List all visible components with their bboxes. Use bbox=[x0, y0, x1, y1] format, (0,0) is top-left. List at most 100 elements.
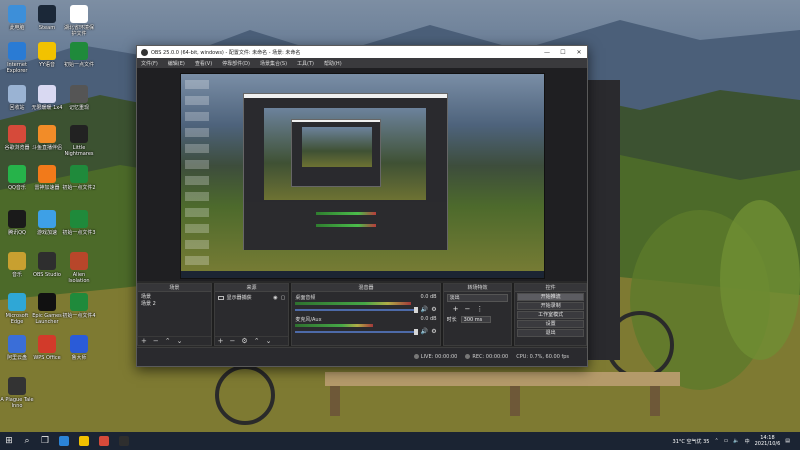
desktop-icon[interactable]: 音乐 bbox=[0, 252, 34, 278]
desktop-icon[interactable]: 无限暖暖 1x4 bbox=[30, 85, 64, 111]
scene-item[interactable]: 场景 bbox=[141, 294, 208, 301]
gear-icon[interactable]: ⚙ bbox=[431, 306, 436, 313]
minimize-button[interactable]: — bbox=[539, 49, 555, 56]
visibility-eye-icon[interactable]: ◉ bbox=[273, 295, 277, 301]
obs-titlebar[interactable]: OBS 25.0.0 (64-bit, windows) - 配置文件: 未命名… bbox=[137, 46, 587, 58]
desktop-icon[interactable]: 回收站 bbox=[0, 85, 34, 111]
clock[interactable]: 14:18 2021/10/6 bbox=[755, 435, 781, 447]
start-streaming-button[interactable]: 开始推流 bbox=[517, 293, 584, 301]
desktop-icon[interactable]: 初始一点文件4 bbox=[62, 293, 96, 319]
desktop-icon[interactable]: 湖北省环境保护文件 bbox=[62, 5, 96, 37]
remove-source-icon[interactable]: − bbox=[230, 337, 236, 345]
desktop-icon[interactable]: Internet Explorer bbox=[0, 42, 34, 74]
move-up-icon[interactable]: ⌃ bbox=[165, 337, 171, 345]
menu-edit[interactable]: 编辑(E) bbox=[168, 60, 185, 67]
transition-select[interactable]: 淡出 bbox=[446, 294, 509, 302]
close-button[interactable]: ✕ bbox=[571, 49, 587, 56]
desktop-icon[interactable]: 初始一点文件3 bbox=[62, 210, 96, 236]
add-scene-icon[interactable]: + bbox=[141, 337, 147, 345]
desktop-icon[interactable]: YY语音 bbox=[30, 42, 64, 68]
menu-file[interactable]: 文件(F) bbox=[141, 60, 158, 67]
desktop-icon[interactable]: WPS Office bbox=[30, 335, 64, 361]
remove-transition-icon[interactable]: − bbox=[465, 305, 471, 313]
move-down-icon[interactable]: ⌄ bbox=[177, 337, 183, 345]
obs-window-title: OBS 25.0.0 (64-bit, windows) - 配置文件: 未命名… bbox=[151, 49, 301, 56]
add-source-icon[interactable]: + bbox=[218, 337, 224, 345]
desktop-icon-label: 鲁大师 bbox=[71, 355, 87, 361]
nested-preview bbox=[264, 108, 426, 200]
desktop-icon[interactable]: A Plague Tale Inno bbox=[0, 377, 34, 409]
desktop-icon[interactable]: 谷歌浏览器 bbox=[0, 125, 34, 151]
obs-window[interactable]: OBS 25.0.0 (64-bit, windows) - 配置文件: 未命名… bbox=[136, 45, 588, 367]
tray-chevron-icon[interactable]: ⌃ bbox=[714, 438, 718, 444]
nested-docks bbox=[244, 202, 447, 250]
menu-view[interactable]: 查看(V) bbox=[195, 60, 212, 67]
settings-button[interactable]: 设置 bbox=[517, 320, 584, 328]
desktop-icon[interactable]: QQ音乐 bbox=[0, 165, 34, 191]
network-icon[interactable]: ▭ bbox=[724, 438, 729, 444]
desktop-icon[interactable]: 记忆重现 bbox=[62, 85, 96, 111]
desktop-icon-label: 此电脑 bbox=[9, 25, 25, 31]
start-recording-button[interactable]: 开始录制 bbox=[517, 302, 584, 310]
desktop-icon-label: 腾讯QQ bbox=[8, 230, 26, 236]
desktop-icon[interactable]: Little Nightmares bbox=[62, 125, 96, 157]
desktop-icon[interactable]: 初始一点文件2 bbox=[62, 165, 96, 191]
taskbar-app-icon[interactable] bbox=[74, 432, 94, 450]
desktop-icon[interactable]: Microsoft Edge bbox=[0, 293, 34, 325]
volume-fader[interactable] bbox=[295, 306, 418, 313]
lock-icon[interactable]: ▢ bbox=[281, 295, 286, 301]
menu-help[interactable]: 帮助(H) bbox=[324, 60, 342, 67]
desktop-icon[interactable]: 雷神加速器 bbox=[30, 165, 64, 191]
speaker-icon[interactable]: 🔊 bbox=[421, 306, 428, 313]
notification-icon[interactable]: ▤ bbox=[785, 438, 790, 444]
desktop-icon[interactable]: OBS Studio bbox=[30, 252, 64, 278]
taskbar-app-icon[interactable] bbox=[54, 432, 74, 450]
taskbar-app-icon[interactable] bbox=[94, 432, 114, 450]
fader-knob[interactable] bbox=[413, 328, 418, 335]
menu-tools[interactable]: 工具(T) bbox=[297, 60, 314, 67]
move-down-icon[interactable]: ⌄ bbox=[266, 337, 272, 345]
desktop-icon[interactable]: 阿里云盘 bbox=[0, 335, 34, 361]
dock-area: 场景 场景 场景 2 + − ⌃ ⌄ 来源 显示器捕获 ◉ ▢ + − ⚙ ⌃ … bbox=[137, 283, 587, 346]
start-windows-icon[interactable]: ⊞ bbox=[0, 432, 18, 450]
duration-input[interactable]: 300 ms bbox=[460, 316, 491, 323]
scene-list: 场景 场景 2 bbox=[138, 292, 211, 336]
task-view-icon[interactable]: ❐ bbox=[36, 432, 54, 450]
source-item[interactable]: 显示器捕获 ◉ ▢ bbox=[217, 294, 286, 301]
desktop-icon[interactable]: Epic Games Launcher bbox=[30, 293, 64, 325]
maximize-button[interactable]: ☐ bbox=[555, 49, 571, 56]
volume-icon[interactable]: 🔈 bbox=[733, 438, 739, 444]
volume-fader[interactable] bbox=[295, 328, 418, 335]
ime-icon[interactable]: 中 bbox=[745, 438, 750, 445]
app-icon bbox=[79, 436, 89, 446]
desktop-icon[interactable]: 游戏加速 bbox=[30, 210, 64, 236]
preview-canvas[interactable] bbox=[180, 73, 545, 279]
desktop-icon-label: 游戏加速 bbox=[36, 230, 57, 236]
nested-meter bbox=[316, 212, 376, 215]
app-icon bbox=[70, 335, 88, 353]
desktop-icon[interactable]: Alien Isolation bbox=[62, 252, 96, 284]
add-transition-icon[interactable]: + bbox=[453, 305, 459, 313]
desktop-icon[interactable]: 鲁大师 bbox=[62, 335, 96, 361]
transition-more-icon[interactable]: ⋮ bbox=[476, 305, 483, 313]
fader-knob[interactable] bbox=[413, 306, 418, 313]
search-icon[interactable]: ⌕ bbox=[18, 432, 36, 450]
desktop-icon[interactable]: 斗鱼直播伴侣 bbox=[30, 125, 64, 151]
weather-widget[interactable]: 31°C 空气优 35 bbox=[673, 438, 710, 445]
desktop-icon[interactable]: 初始一点文件 bbox=[62, 42, 96, 68]
source-properties-gear-icon[interactable]: ⚙ bbox=[241, 337, 247, 345]
studio-mode-button[interactable]: 工作室模式 bbox=[517, 311, 584, 319]
desktop-icon[interactable]: Steam bbox=[30, 5, 64, 31]
exit-button[interactable]: 退出 bbox=[517, 329, 584, 337]
speaker-icon[interactable]: 🔊 bbox=[421, 328, 428, 335]
preview-area[interactable] bbox=[137, 68, 587, 281]
taskbar-app-icon[interactable] bbox=[114, 432, 134, 450]
desktop-icon[interactable]: 腾讯QQ bbox=[0, 210, 34, 236]
move-up-icon[interactable]: ⌃ bbox=[254, 337, 260, 345]
remove-scene-icon[interactable]: − bbox=[153, 337, 159, 345]
desktop-icon[interactable]: 此电脑 bbox=[0, 5, 34, 31]
menu-docks[interactable]: 停靠部件(D) bbox=[222, 60, 250, 67]
gear-icon[interactable]: ⚙ bbox=[431, 328, 436, 335]
scene-item[interactable]: 场景 2 bbox=[141, 301, 208, 308]
menu-scene-collection[interactable]: 场景集合(S) bbox=[260, 60, 287, 67]
